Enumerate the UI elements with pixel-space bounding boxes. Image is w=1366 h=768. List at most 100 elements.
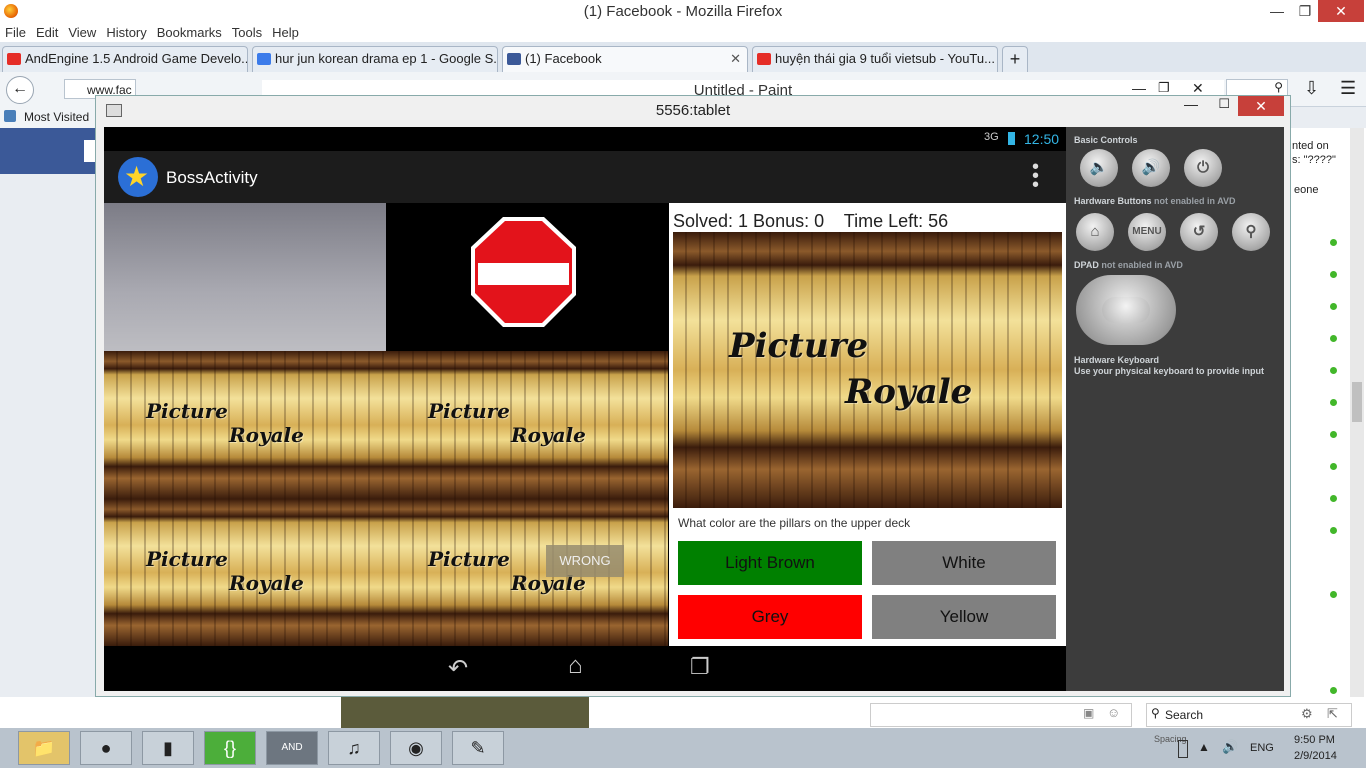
volume-up-button[interactable]: 🔊 (1132, 149, 1170, 187)
sticky-notes-icon[interactable]: ▮ (142, 731, 194, 765)
gimp-icon[interactable]: ◉ (390, 731, 442, 765)
back-button[interactable]: ← (6, 76, 34, 104)
firefox-taskbar-icon[interactable]: ● (80, 731, 132, 765)
question-text: What color are the pillars on the upper … (678, 516, 911, 530)
menu-view[interactable]: View (63, 24, 101, 42)
brackets-editor-icon[interactable]: {} (204, 731, 256, 765)
hardware-buttons-label: Hardware Buttons not enabled in AVD (1074, 196, 1236, 206)
game-content: Picture Royale Picture Royale Picture Ro… (104, 203, 1066, 646)
menu-edit[interactable]: Edit (31, 24, 63, 42)
emulator-window: 5556:tablet — ☐ ✕ 3G 12:50 ★ BossActivit… (95, 95, 1291, 697)
picture-royale-tile[interactable]: Picture Royale (104, 499, 386, 646)
picture-royale-tile[interactable]: Picture Royale (104, 351, 386, 499)
home-nav-icon[interactable]: ⌂ (568, 652, 583, 680)
recents-nav-icon[interactable]: ❐ (690, 654, 710, 680)
tab-label: AndEngine 1.5 Android Game Develo... (25, 51, 248, 66)
volume-down-button[interactable]: 🔈 (1080, 149, 1118, 187)
page-bottom-strip: ▣ ☺ ⚲ Search ⚙ ⇱ (0, 697, 1366, 728)
facebook-sidebar: nted on s: "????" eone (1286, 128, 1366, 728)
basic-controls-label: Basic Controls (1074, 135, 1138, 145)
online-status-icon (1330, 303, 1337, 310)
olive-block (341, 697, 589, 728)
paint-taskbar-icon[interactable]: ✎ (452, 731, 504, 765)
online-status-icon (1330, 591, 1337, 598)
device-screen: 3G 12:50 ★ BossActivity • • • Picture Ro… (104, 127, 1066, 691)
download-icon[interactable]: ⇩ (1304, 78, 1319, 99)
dpad-center-button[interactable] (1102, 297, 1150, 323)
windows-taskbar: 📁 ● ▮ {} AND ♫ ◉ ✎ Spacing ▲ 🔊 ENG 9:50 … (0, 728, 1366, 768)
file-explorer-icon[interactable]: 📁 (18, 731, 70, 765)
online-status-icon (1330, 335, 1337, 342)
question-image: Picture Royale (673, 232, 1062, 508)
emulator-close-button[interactable]: ✕ (1238, 96, 1284, 116)
answer-white-button[interactable]: White (872, 541, 1056, 585)
tab-andengine[interactable]: AndEngine 1.5 Android Game Develo... (2, 46, 248, 72)
chat-input[interactable]: ▣ ☺ (870, 703, 1132, 727)
menu-help[interactable]: Help (267, 24, 304, 42)
language-indicator[interactable]: ENG (1250, 742, 1274, 754)
picture-royale-tile[interactable]: Picture Royale WRONG (386, 499, 668, 646)
menu-file[interactable]: File (0, 24, 31, 42)
sky-photo-tile[interactable] (104, 203, 386, 351)
scrollbar-thumb[interactable] (1352, 382, 1362, 422)
paint-minimize-button[interactable]: — (1132, 80, 1146, 96)
clock-time[interactable]: 9:50 PM (1294, 734, 1335, 746)
overflow-menu-icon[interactable]: • • • (1032, 157, 1039, 195)
camera-icon[interactable]: ▣ (1083, 706, 1094, 720)
menu-bar: File Edit View History Bookmarks Tools Help (0, 24, 1366, 42)
stop-sign-tile[interactable] (386, 203, 668, 351)
back-nav-icon[interactable]: ↶ (448, 654, 468, 683)
back-hw-button[interactable]: ↺ (1180, 213, 1218, 251)
close-tab-icon[interactable]: ✕ (730, 47, 741, 71)
youtube-icon (7, 53, 21, 65)
app-title: BossActivity (166, 168, 258, 187)
home-hw-button[interactable]: ⌂ (1076, 213, 1114, 251)
tab-google-search[interactable]: hur jun korean drama ep 1 - Google S... (252, 46, 498, 72)
emulator-controls: Basic Controls 🔈 🔊 ⏻ Hardware Buttons no… (1066, 127, 1284, 691)
battery-tray-icon[interactable] (1178, 740, 1188, 758)
power-button[interactable]: ⏻ (1184, 149, 1222, 187)
scrollbar[interactable] (1350, 128, 1364, 728)
answer-grey-button[interactable]: Grey (678, 595, 862, 639)
online-status-icon (1330, 367, 1337, 374)
app-star-icon[interactable]: ★ (118, 157, 158, 197)
paint-restore-button[interactable]: ❐ (1158, 80, 1170, 96)
clock-date[interactable]: 2/9/2014 (1294, 750, 1337, 762)
battery-icon (1008, 132, 1015, 145)
search-icon: ⚲ (1151, 706, 1160, 720)
emulator-titlebar: 5556:tablet — ☐ ✕ (96, 96, 1290, 126)
menu-history[interactable]: History (101, 24, 151, 42)
stop-sign-icon (471, 217, 576, 327)
search-hw-button[interactable]: ⚲ (1232, 213, 1270, 251)
online-status-icon (1330, 495, 1337, 502)
tab-label: hur jun korean drama ep 1 - Google S... (275, 51, 498, 66)
tab-facebook[interactable]: (1) Facebook ✕ (502, 46, 748, 72)
new-tab-button[interactable]: + (1002, 46, 1028, 72)
picture-royale-tile[interactable]: Picture Royale (386, 351, 668, 499)
emulator-minimize-button[interactable]: — (1184, 96, 1198, 112)
dpad-control[interactable] (1076, 275, 1176, 345)
menu-hw-button[interactable]: MENU (1128, 213, 1166, 251)
emoji-icon[interactable]: ☺ (1107, 705, 1120, 720)
bookmark-folder-icon (4, 110, 16, 122)
popout-icon[interactable]: ⇱ (1327, 706, 1338, 722)
tab-youtube[interactable]: huyện thái gia 9 tuổi vietsub - YouTu... (752, 46, 998, 72)
dpad-label: DPAD not enabled in AVD (1074, 260, 1183, 270)
menu-bookmarks[interactable]: Bookmarks (152, 24, 227, 42)
gear-icon[interactable]: ⚙ (1301, 706, 1313, 722)
notification-text: s: "????" (1292, 154, 1336, 166)
search-icon: ⚲ (1274, 80, 1283, 94)
menu-tools[interactable]: Tools (227, 24, 267, 42)
network-tray-icon[interactable]: ▲ (1198, 740, 1210, 754)
itunes-icon[interactable]: ♫ (328, 731, 380, 765)
answer-light-brown-button[interactable]: Light Brown (678, 541, 862, 585)
menu-icon[interactable]: ☰ (1340, 78, 1356, 99)
close-button[interactable]: ✕ (1318, 0, 1364, 22)
emulator-maximize-button[interactable]: ☐ (1218, 96, 1230, 112)
android-emulator-taskbar-icon[interactable]: AND (266, 731, 318, 765)
online-status-icon (1330, 239, 1337, 246)
most-visited-link[interactable]: Most Visited (24, 110, 89, 124)
sidebar-search[interactable]: ⚲ Search ⚙ ⇱ (1146, 703, 1352, 727)
answer-yellow-button[interactable]: Yellow (872, 595, 1056, 639)
volume-tray-icon[interactable]: 🔊 (1222, 739, 1238, 755)
